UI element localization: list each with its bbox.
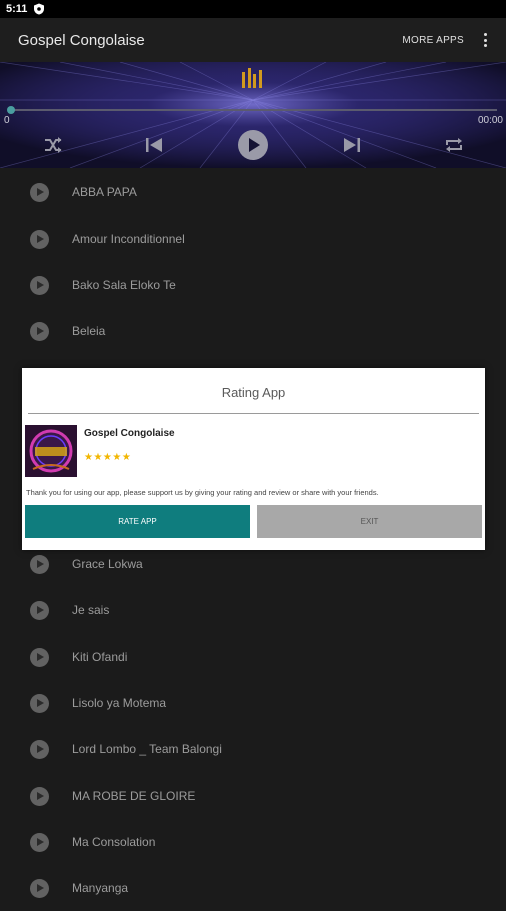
list-item[interactable]: Bako Sala Eloko Te bbox=[0, 262, 506, 308]
repeat-icon bbox=[446, 138, 462, 152]
song-title: Lord Lombo _ Team Balongi bbox=[72, 742, 222, 756]
list-item[interactable]: ABBA PAPA bbox=[0, 169, 506, 215]
play-circle-icon[interactable] bbox=[30, 693, 49, 713]
previous-button[interactable] bbox=[143, 134, 165, 156]
more-apps-button[interactable]: MORE APPS bbox=[402, 35, 464, 46]
play-button[interactable] bbox=[238, 130, 268, 160]
list-item[interactable]: Amour Inconditionnel bbox=[0, 216, 506, 262]
dialog-app-name: Gospel Congolaise bbox=[84, 428, 175, 439]
overflow-menu-icon[interactable] bbox=[482, 33, 488, 47]
app-logo-icon bbox=[25, 425, 77, 477]
song-title: Kiti Ofandi bbox=[72, 650, 128, 664]
list-item[interactable]: Manyanga bbox=[0, 865, 506, 911]
list-item[interactable]: Kiti Ofandi bbox=[0, 634, 506, 680]
song-title: Lisolo ya Motema bbox=[72, 696, 167, 710]
play-circle-icon[interactable] bbox=[30, 832, 49, 852]
play-circle-icon[interactable] bbox=[30, 878, 49, 898]
song-title: Bako Sala Eloko Te bbox=[72, 278, 176, 292]
play-circle-icon[interactable] bbox=[30, 275, 49, 295]
total-time: 00:00 bbox=[477, 115, 503, 126]
skip-previous-icon bbox=[146, 138, 162, 152]
app-bar: Gospel Congolaise MORE APPS bbox=[0, 18, 506, 62]
player-panel: 0 00:00 bbox=[0, 62, 506, 168]
play-circle-icon[interactable] bbox=[30, 739, 49, 759]
play-circle-icon[interactable] bbox=[30, 786, 49, 806]
repeat-button[interactable] bbox=[443, 134, 465, 156]
play-circle-icon[interactable] bbox=[30, 647, 49, 667]
app-title: Gospel Congolaise bbox=[18, 31, 145, 49]
list-item[interactable]: Je sais bbox=[0, 587, 506, 633]
song-title: Manyanga bbox=[72, 881, 129, 895]
song-title: Amour Inconditionnel bbox=[72, 232, 185, 246]
next-button[interactable] bbox=[341, 134, 363, 156]
play-circle-icon[interactable] bbox=[30, 554, 49, 574]
song-title: Beleia bbox=[72, 324, 106, 338]
shield-icon bbox=[34, 3, 45, 15]
play-circle-icon[interactable] bbox=[30, 600, 49, 620]
list-item[interactable]: Lord Lombo _ Team Balongi bbox=[0, 726, 506, 772]
list-item[interactable]: Ma Consolation bbox=[0, 819, 506, 865]
status-time: 5:11 bbox=[6, 3, 28, 15]
equalizer-icon bbox=[242, 68, 262, 88]
status-bar: 5:11 bbox=[0, 0, 506, 18]
rate-app-button[interactable]: RATE APP bbox=[25, 505, 250, 538]
dialog-divider bbox=[28, 413, 479, 414]
shuffle-button[interactable] bbox=[42, 134, 64, 156]
song-title: Grace Lokwa bbox=[72, 557, 143, 571]
song-title: MA ROBE DE GLOIRE bbox=[72, 789, 196, 803]
song-title: ABBA PAPA bbox=[72, 185, 137, 199]
elapsed-time: 0 bbox=[4, 115, 10, 126]
play-circle-icon[interactable] bbox=[30, 229, 49, 249]
list-item[interactable]: Lisolo ya Motema bbox=[0, 680, 506, 726]
shuffle-icon bbox=[45, 137, 62, 153]
rating-stars[interactable]: ★★★★★ bbox=[84, 452, 131, 463]
list-item[interactable]: Beleia bbox=[0, 308, 506, 354]
seek-thumb[interactable] bbox=[7, 106, 15, 114]
dialog-message: Thank you for using our app, please supp… bbox=[26, 488, 379, 497]
exit-button[interactable]: EXIT bbox=[257, 505, 482, 538]
play-circle-icon[interactable] bbox=[30, 182, 49, 202]
song-title: Je sais bbox=[72, 603, 110, 617]
skip-next-icon bbox=[344, 138, 360, 152]
play-circle-icon[interactable] bbox=[30, 321, 49, 341]
play-icon bbox=[249, 138, 260, 152]
rating-dialog: Rating App Gospel Congolaise ★★★★★ Thank… bbox=[22, 368, 485, 550]
dialog-title: Rating App bbox=[221, 385, 286, 400]
seek-bar[interactable] bbox=[11, 109, 497, 111]
list-item[interactable]: MA ROBE DE GLOIRE bbox=[0, 773, 506, 819]
song-title: Ma Consolation bbox=[72, 835, 156, 849]
app-icon bbox=[25, 425, 77, 477]
